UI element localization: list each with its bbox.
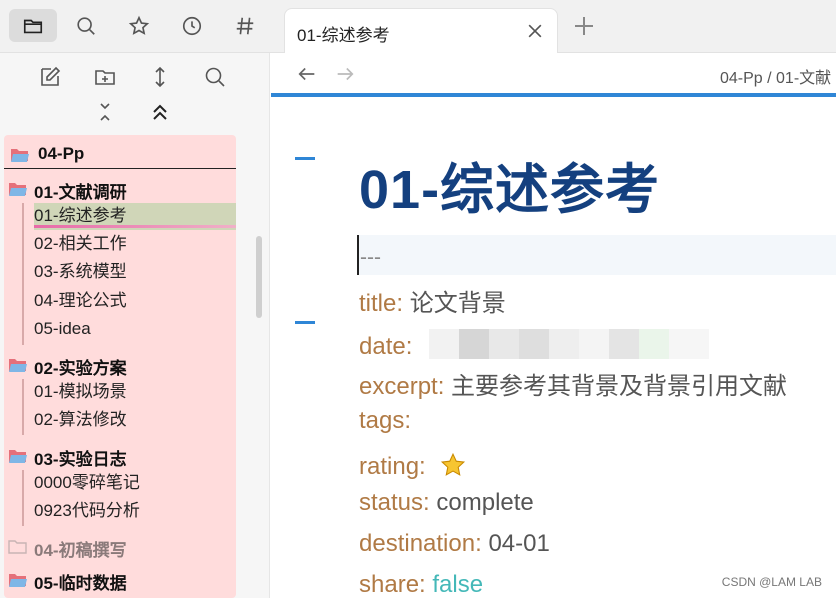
file-item[interactable]: 0000零碎笔记 — [34, 470, 236, 497]
search-tab-button[interactable] — [62, 9, 110, 42]
frontmatter-fold-marker[interactable] — [295, 321, 315, 324]
prop-share[interactable]: share: false — [359, 571, 483, 598]
tree-guide — [22, 470, 24, 526]
tree-guide — [22, 203, 24, 345]
file-item[interactable]: 0923代码分析 — [34, 498, 236, 525]
header-accent-rule — [271, 93, 836, 97]
tab-active-note[interactable]: 01-综述参考 — [284, 8, 558, 54]
search-icon — [205, 67, 225, 87]
prop-date[interactable]: date: — [359, 324, 719, 361]
folder-temp-data[interactable]: 05-临时数据 — [4, 566, 236, 594]
prop-excerpt[interactable]: excerpt: 主要参考其背景及背景引用文献 — [359, 366, 787, 401]
folder-icon — [23, 19, 43, 33]
expand-all-button[interactable] — [144, 97, 176, 127]
folder-literature[interactable]: 01-文献调研 — [4, 175, 236, 203]
edit-icon — [41, 66, 61, 86]
bookmarks-button[interactable] — [115, 9, 163, 42]
breadcrumb[interactable]: 04-Pp / 01-文献 — [720, 64, 831, 88]
folder-plus-icon — [95, 70, 115, 85]
file-item[interactable]: 02-相关工作 — [34, 231, 236, 258]
folder-open-icon — [9, 359, 27, 372]
arrow-left-icon[interactable] — [296, 63, 318, 85]
sort-button[interactable] — [144, 62, 176, 92]
file-item[interactable]: 03-系统模型 — [34, 259, 236, 286]
plus-icon[interactable] — [572, 14, 596, 38]
redacted-date — [429, 329, 719, 359]
prop-title[interactable]: title: 论文背景 — [359, 283, 506, 318]
recent-files-button[interactable] — [168, 9, 216, 42]
arrow-right-icon[interactable] — [334, 63, 356, 85]
search-icon — [77, 16, 95, 35]
heading-fold-marker[interactable] — [295, 157, 315, 160]
active-file-underline — [34, 225, 236, 228]
file-item[interactable]: 04-理论公式 — [34, 288, 236, 315]
hash-icon — [236, 17, 254, 34]
prop-status[interactable]: status: complete — [359, 489, 534, 517]
frontmatter-delimiter-line[interactable] — [357, 235, 836, 275]
vault-root[interactable]: 04-Pp — [4, 139, 236, 169]
star-icon — [128, 15, 150, 35]
frontmatter-delimiter: --- — [360, 246, 381, 269]
file-tree: 04-Pp 01-文献调研 01-综述参考 02-相关工作 03-系统模型 04… — [4, 135, 236, 598]
tags-button[interactable] — [221, 9, 269, 42]
file-explorer-sidebar: 04-Pp 01-文献调研 01-综述参考 02-相关工作 03-系统模型 04… — [0, 53, 270, 598]
folder-open-icon — [9, 450, 27, 463]
tab-strip: 01-综述参考 — [0, 0, 836, 54]
folder-draft[interactable]: 04-初稿撰写 — [4, 533, 236, 561]
folder-experiment-log[interactable]: 03-实验日志 — [4, 442, 236, 470]
close-icon[interactable] — [525, 21, 545, 41]
collapse-all-button[interactable] — [89, 97, 121, 127]
folder-open-icon — [9, 183, 27, 196]
prop-destination[interactable]: destination: 04-01 — [359, 530, 550, 558]
folder-experiment-plan[interactable]: 02-实验方案 — [4, 351, 236, 379]
chevrons-in-icon — [100, 103, 110, 121]
folder-open-icon — [11, 149, 29, 162]
new-note-button[interactable] — [34, 62, 66, 92]
star-emoji-icon — [441, 452, 466, 476]
folder-closed-icon — [8, 540, 27, 554]
note-title: 01-综述参考 — [359, 160, 661, 220]
editor-pane: 04-Pp / 01-文献 01-综述参考 --- title: 论文背景 da… — [271, 53, 836, 598]
tab-title: 01-综述参考 — [297, 26, 390, 45]
tree-guide — [22, 379, 24, 435]
chevrons-up-icon — [153, 104, 167, 120]
new-folder-button[interactable] — [89, 62, 121, 92]
clock-icon — [182, 16, 202, 35]
text-cursor — [357, 235, 359, 275]
watermark: CSDN @LAM LAB — [721, 575, 822, 589]
file-item[interactable]: 05-idea — [34, 316, 236, 343]
prop-rating[interactable]: rating: — [359, 448, 466, 481]
sidebar-scrollbar[interactable] — [256, 236, 262, 318]
folder-open-icon — [9, 574, 27, 587]
search-files-button[interactable] — [199, 62, 231, 92]
file-item[interactable]: 01-模拟场景 — [34, 379, 236, 406]
prop-tags[interactable]: tags: — [359, 407, 411, 435]
file-item[interactable]: 02-算法修改 — [34, 407, 236, 434]
file-explorer-button[interactable] — [9, 9, 57, 42]
sort-icon — [155, 66, 165, 88]
